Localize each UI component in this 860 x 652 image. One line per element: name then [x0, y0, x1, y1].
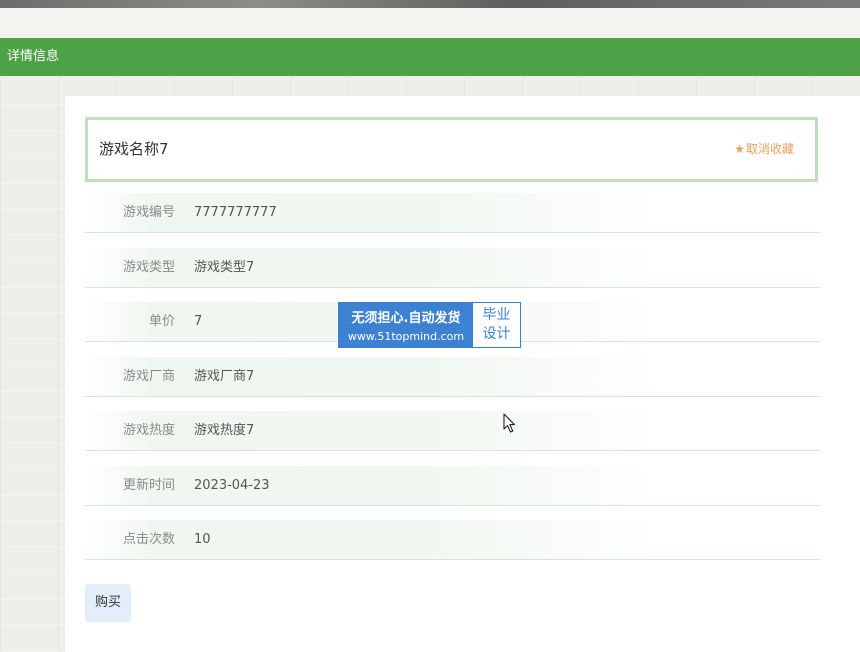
watermark-right-line1: 毕业 — [482, 307, 511, 323]
info-row-game-type: 游戏类型 游戏类型7 — [85, 248, 820, 288]
watermark-badge: 无须担心.自动发货 www.51topmind.com 毕业 设计 — [338, 302, 521, 348]
cancel-favorite-label: 取消收藏 — [745, 142, 794, 156]
watermark-url: www.51topmind.com — [347, 330, 465, 343]
page-title: 详情信息 — [7, 49, 60, 64]
info-row-update-time: 更新时间 2023-04-23 — [85, 466, 820, 506]
info-label: 单价 — [148, 314, 175, 329]
info-value: 2023-04-23 — [194, 478, 270, 493]
info-label: 点击次数 — [122, 532, 175, 547]
detail-card: 游戏名称7 ★取消收藏 游戏编号 7777777777 游戏类型 游戏类型7 单… — [65, 96, 860, 652]
info-value: 7 — [194, 314, 203, 329]
info-row-popularity: 游戏热度 游戏热度7 — [85, 411, 820, 451]
info-value: 10 — [194, 532, 211, 547]
info-label: 更新时间 — [122, 478, 175, 493]
watermark-right: 毕业 设计 — [473, 303, 520, 347]
watermark-left: 无须担心.自动发货 www.51topmind.com — [339, 303, 473, 347]
info-label: 游戏编号 — [122, 205, 175, 220]
mouse-cursor-icon — [503, 413, 516, 433]
info-row-click-count: 点击次数 10 — [85, 520, 820, 560]
info-value: 游戏热度7 — [194, 423, 255, 438]
info-row-game-id: 游戏编号 7777777777 — [85, 193, 820, 233]
watermark-slogan: 无须担心.自动发货 — [351, 311, 461, 326]
info-value: 游戏类型7 — [194, 260, 255, 275]
info-label: 游戏热度 — [122, 423, 175, 438]
game-name: 游戏名称7 — [99, 140, 169, 158]
top-spacer — [0, 8, 860, 38]
info-label: 游戏类型 — [122, 260, 175, 275]
star-icon: ★ — [734, 142, 745, 156]
info-label: 游戏厂商 — [122, 369, 175, 384]
cancel-favorite-button[interactable]: ★取消收藏 — [734, 120, 794, 179]
top-decoration-strip — [0, 0, 860, 8]
page-header: 详情信息 — [0, 38, 860, 76]
buy-button[interactable]: 购买 — [85, 584, 131, 622]
game-title-box: 游戏名称7 ★取消收藏 — [85, 117, 818, 182]
info-value: 游戏厂商7 — [194, 369, 255, 384]
watermark-right-line2: 设计 — [482, 326, 511, 342]
info-value: 7777777777 — [194, 205, 277, 220]
info-row-vendor: 游戏厂商 游戏厂商7 — [85, 357, 820, 397]
